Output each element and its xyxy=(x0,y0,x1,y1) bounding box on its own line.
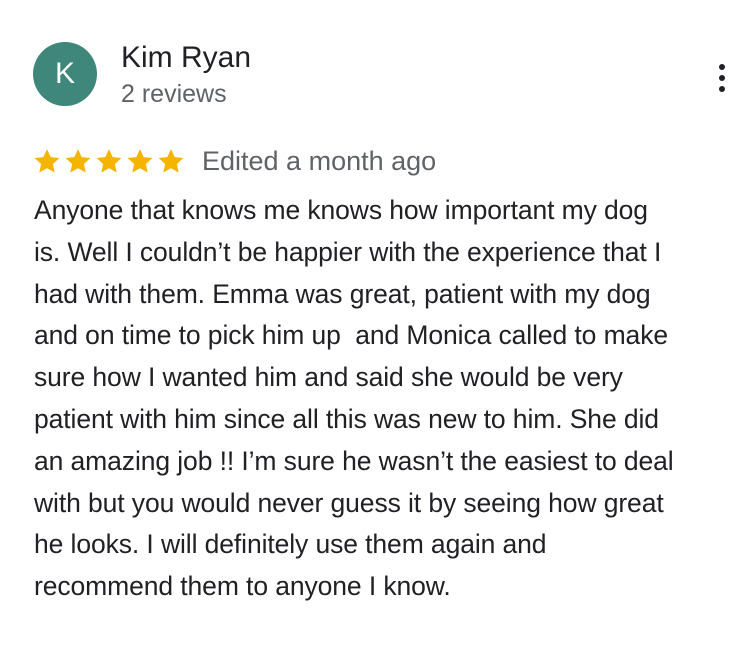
more-vert-icon xyxy=(719,64,725,70)
avatar-initial: K xyxy=(54,57,75,90)
star-icon xyxy=(158,149,184,173)
review-text: Anyone that knows me knows how important… xyxy=(34,190,746,608)
review-text-line: and on time to pick him up and Monica ca… xyxy=(34,320,668,351)
review-card: K Kim Ryan 2 reviews Edited a month ago … xyxy=(0,0,756,651)
review-text-line: with but you would never guess it by see… xyxy=(34,487,664,518)
review-text-line: is. Well I couldn’t be happier with the … xyxy=(34,236,662,267)
more-vert-icon-dot xyxy=(719,86,725,92)
edited-label: Edited a month ago xyxy=(202,146,437,176)
review-text-line: an amazing job !! I’m sure he wasn’t the… xyxy=(34,445,674,476)
review-text-line: Anyone that knows me knows how important… xyxy=(34,195,648,225)
more-vert-icon-dot xyxy=(719,75,725,81)
review-text-line: had with them. Emma was great, patient w… xyxy=(34,278,651,309)
review-text-line: he looks. I will definitely use them aga… xyxy=(34,529,547,560)
review-count[interactable]: 2 reviews xyxy=(121,78,227,110)
star-rating xyxy=(32,146,186,176)
reviewer-name[interactable]: Kim Ryan xyxy=(121,40,251,76)
star-icon xyxy=(65,149,91,173)
avatar[interactable]: K xyxy=(33,42,97,106)
star-icon xyxy=(127,149,153,173)
more-options-button[interactable] xyxy=(700,56,744,100)
star-icon xyxy=(96,149,122,173)
review-text-line: sure how I wanted him and said she would… xyxy=(34,362,623,393)
star-icon xyxy=(34,149,60,173)
review-text-line: patient with him since all this was new … xyxy=(34,403,659,434)
review-text-line: recommend them to anyone I know. xyxy=(34,571,451,602)
rating-row: Edited a month ago xyxy=(32,142,436,180)
